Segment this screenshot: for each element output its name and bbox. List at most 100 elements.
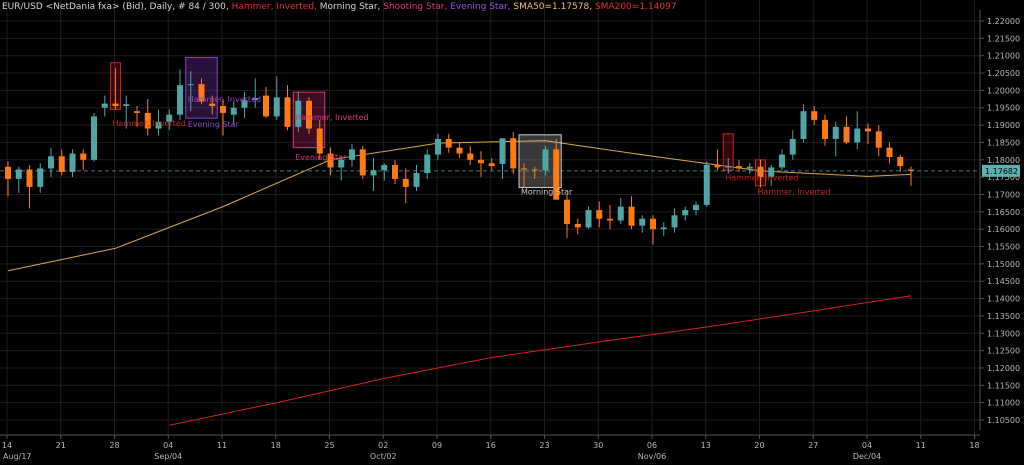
candle-body [574,223,581,228]
candle-body [650,218,656,230]
x-tick-label: 11 [916,441,926,450]
x-tick-label: 25 [324,441,334,450]
y-tick-label: 1.18000 [987,156,1020,165]
candle-body [779,154,785,168]
candle-body [832,126,839,139]
legend-segment: Shooting Star, [380,2,448,12]
candle-body [682,210,689,216]
pattern-label: Hammer, Inverted [758,187,831,196]
candlestick-chart: Hammer, InvertedHammer, InvertedEvening … [0,0,1020,461]
candle-body [607,218,613,221]
x-tick-label: 02 [378,441,388,450]
candle-body [359,149,366,176]
candle-body [822,119,828,139]
candles [5,67,914,245]
current-price-label: 1.17682 [985,167,1018,176]
candle-body [26,169,33,187]
candle-body [381,164,388,171]
candle-body [316,128,323,154]
candle-body [177,85,183,115]
candle-body [456,147,463,154]
candle-body [488,163,495,167]
x-tick-label: 23 [539,441,549,450]
y-tick-label: 1.19500 [987,104,1020,113]
date-axis: 14 21 28 04 11 18 25 02 09 16 23 30 06 13 20 27 04 11 18 Au… [0,434,980,461]
sma200-line [169,295,912,426]
candle-body [424,154,431,173]
x-period-label: Dec/04 [853,452,881,461]
candle-body [617,206,624,221]
y-tick-label: 1.16500 [987,208,1020,217]
x-tick-label: 04 [862,441,872,450]
legend-segment: Morning Star, [316,2,381,12]
x-tick-label: 21 [56,441,66,450]
candle-body [402,178,409,187]
x-tick-label: 13 [701,441,711,450]
y-tick-label: 1.21000 [987,52,1020,61]
candle-body [230,107,237,115]
candle-body [80,153,87,160]
candle-body [897,157,904,167]
y-tick-label: 1.22000 [987,17,1020,26]
candle-body [5,166,11,179]
y-tick-label: 1.19000 [987,121,1020,130]
x-period-label: Aug/17 [3,452,32,461]
y-tick-label: 1.12500 [987,347,1020,356]
x-period-label: Nov/06 [638,452,667,461]
chart-header-legend: EUR/USD <NetDania fxa> (Bid), Daily, # 8… [2,1,677,13]
candle-body [800,111,807,139]
y-tick-label: 1.13500 [987,312,1020,321]
candle-body [48,156,54,169]
candle-body [392,164,398,179]
x-tick-label: 18 [969,441,979,450]
x-tick-label: 28 [109,441,119,450]
candle-body [789,138,796,155]
y-tick-label: 1.18500 [987,138,1020,147]
y-tick-label: 1.10500 [987,416,1020,425]
candle-body [628,206,635,226]
y-tick-label: 1.13000 [987,329,1020,338]
candle-body [284,97,291,127]
candle-body [187,84,194,86]
x-period-label: Oct/02 [370,452,397,461]
candle-body [58,156,65,172]
grid-lines [0,0,980,435]
candle-body [542,149,549,171]
x-tick-label: 18 [271,441,281,450]
candle-body [564,199,570,224]
pattern-label: Hammer, Inverted [113,119,186,128]
pattern-label: Morning Star [521,187,573,196]
candle-body [69,153,76,172]
candle-body [843,126,850,143]
x-tick-label: 14 [2,441,12,450]
candle-body [91,116,97,160]
pattern-label: Evening Star [295,153,347,162]
candle-body [209,103,216,107]
candle-body [134,111,140,113]
y-tick-label: 1.15500 [987,243,1020,252]
candle-body [220,106,226,113]
y-tick-label: 1.14000 [987,295,1020,304]
candle-body [273,97,280,117]
y-tick-label: 1.20000 [987,86,1020,95]
candle-body [263,95,269,117]
candle-body [112,103,119,107]
candle-body [660,227,667,230]
pattern-label: Hammer, Inverted [725,174,798,183]
pattern-label: Hammer, Inverted [188,95,261,104]
candle-body [811,111,818,120]
y-tick-label: 1.11500 [987,381,1020,390]
x-tick-label: 09 [432,441,442,450]
pattern-label: Hammer, Inverted [295,113,368,122]
candle-body [639,218,646,226]
y-tick-label: 1.14500 [987,277,1020,286]
legend-segment: EUR/USD <NetDania fxa> (Bid), Daily, # 8… [2,2,229,12]
candle-body [478,159,484,164]
pattern-label: Evening Star [188,120,240,129]
candle-body [585,210,592,228]
y-tick-label: 1.15000 [987,260,1020,269]
y-tick-label: 1.16000 [987,225,1020,234]
candle-body [499,138,506,164]
y-tick-label: 1.12000 [987,364,1020,373]
candle-body [736,166,742,169]
